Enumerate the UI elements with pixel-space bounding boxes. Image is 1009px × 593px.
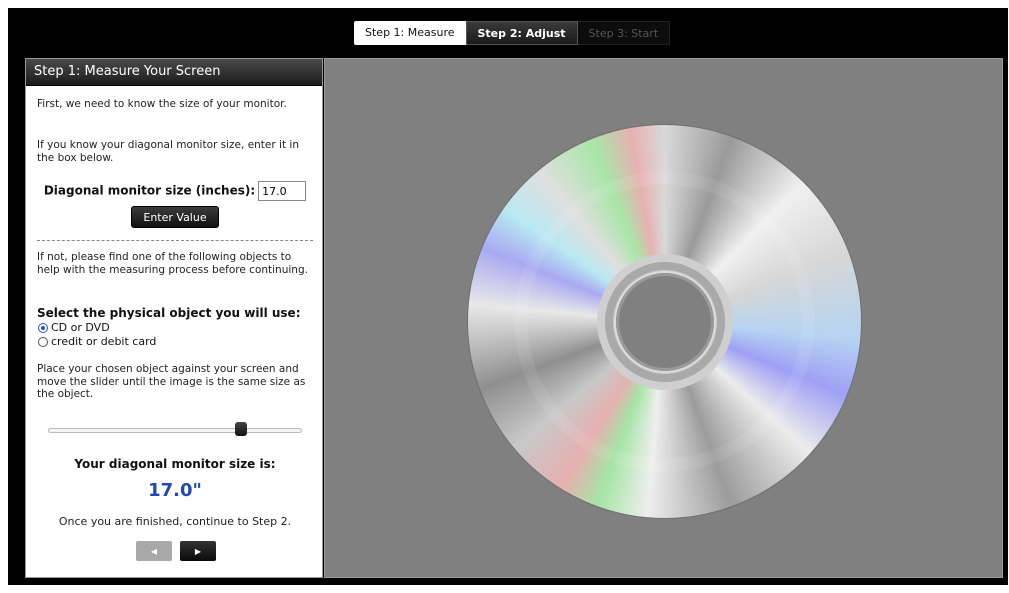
if-not-text: If not, please find one of the following… bbox=[37, 251, 308, 276]
option-label: credit or debit card bbox=[51, 335, 157, 348]
option-cd-dvd[interactable]: CD or DVD bbox=[38, 321, 110, 334]
measure-panel: Step 1: Measure Your Screen First, we ne… bbox=[25, 58, 323, 578]
object-display-area bbox=[324, 58, 1003, 578]
result-value: 17.0" bbox=[148, 480, 202, 501]
place-object-text: Place your chosen object against your sc… bbox=[37, 363, 306, 400]
enter-value-button[interactable]: Enter Value bbox=[131, 206, 219, 228]
size-slider-handle[interactable] bbox=[235, 422, 248, 436]
radio-unselected-icon[interactable] bbox=[38, 336, 48, 347]
arrow-left-icon: ◀ bbox=[150, 546, 158, 556]
select-object-label: Select the physical object you will use: bbox=[37, 306, 301, 320]
diagonal-size-row: Diagonal monitor size (inches): bbox=[26, 181, 324, 201]
section-divider bbox=[37, 240, 313, 241]
previous-button[interactable]: ◀ bbox=[136, 541, 172, 561]
finish-instruction: Once you are finished, continue to Step … bbox=[58, 515, 292, 528]
app-frame: Step 1: Measure Step 2: Adjust Step 3: S… bbox=[8, 8, 1008, 585]
panel-title: Step 1: Measure Your Screen bbox=[26, 59, 322, 86]
step-tabs: Step 1: Measure Step 2: Adjust Step 3: S… bbox=[354, 21, 671, 45]
intro-text: First, we need to know the size of your … bbox=[37, 98, 287, 110]
diagonal-size-label: Diagonal monitor size (inches): bbox=[43, 183, 256, 198]
option-label: CD or DVD bbox=[51, 321, 110, 334]
next-button[interactable]: ▶ bbox=[180, 541, 216, 561]
option-credit-card[interactable]: credit or debit card bbox=[38, 335, 156, 348]
result-label: Your diagonal monitor size is: bbox=[74, 457, 276, 471]
size-slider-track[interactable] bbox=[48, 428, 302, 433]
arrow-right-icon: ▶ bbox=[194, 546, 202, 556]
tab-step-2-adjust[interactable]: Step 2: Adjust bbox=[465, 21, 578, 45]
tab-step-1-measure[interactable]: Step 1: Measure bbox=[354, 21, 466, 45]
tab-step-3-start: Step 3: Start bbox=[577, 21, 671, 45]
radio-selected-icon[interactable] bbox=[38, 322, 48, 333]
diagonal-size-input[interactable] bbox=[258, 181, 307, 201]
cd-center-hole bbox=[616, 273, 714, 371]
known-size-text: If you know your diagonal monitor size, … bbox=[37, 139, 299, 164]
